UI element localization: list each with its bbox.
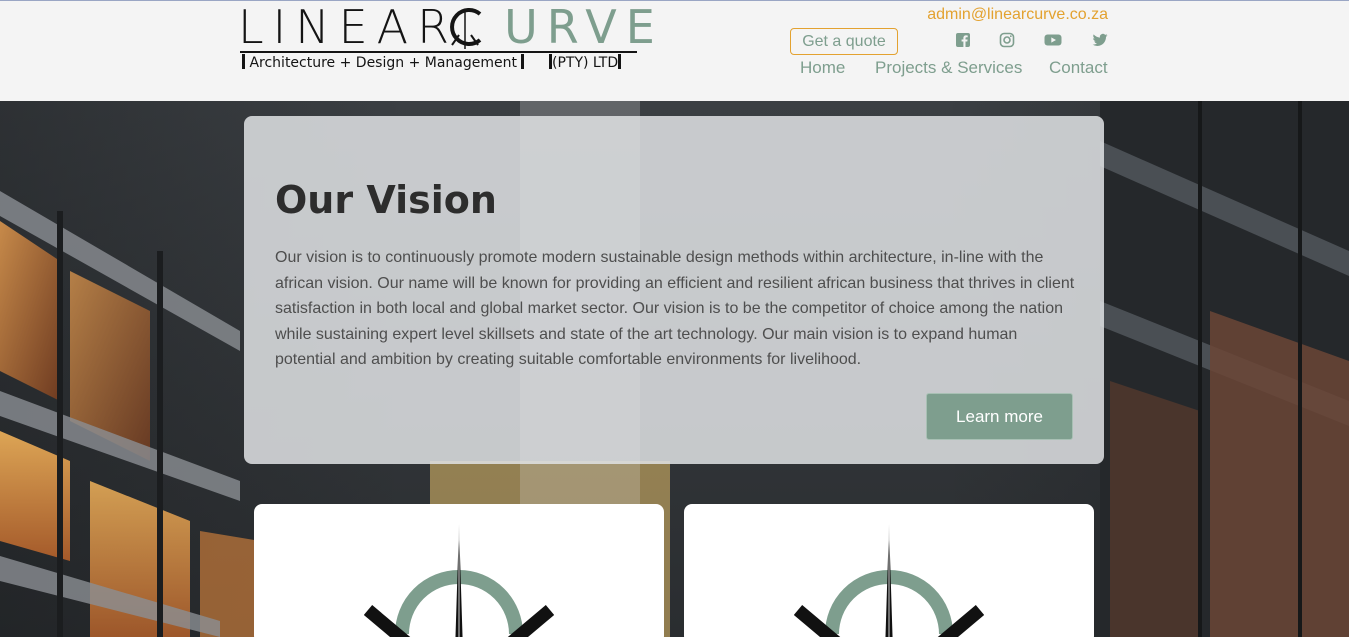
- vision-heading: Our Vision: [275, 178, 497, 222]
- youtube-icon[interactable]: [1044, 32, 1062, 48]
- service-card-2[interactable]: [684, 504, 1094, 637]
- learn-more-button[interactable]: Learn more: [926, 393, 1073, 440]
- facebook-icon[interactable]: [955, 32, 971, 48]
- nav-contact[interactable]: Contact: [1049, 58, 1108, 78]
- service-card-1[interactable]: [254, 504, 664, 637]
- vision-paragraph: Our vision is to continuously promote mo…: [275, 249, 1075, 369]
- nav-projects-services[interactable]: Projects & Services: [875, 58, 1022, 78]
- nav-home[interactable]: Home: [800, 58, 845, 78]
- twitter-icon[interactable]: [1092, 32, 1108, 48]
- instagram-icon[interactable]: [999, 32, 1015, 48]
- contact-email-link[interactable]: admin@linearcurve.co.za: [927, 6, 1108, 24]
- site-header: LINEAR URVE Architecture + Design + Manag…: [0, 0, 1349, 101]
- get-quote-button[interactable]: Get a quote: [790, 28, 898, 55]
- vision-card: Our Vision Our vision is to continuously…: [244, 116, 1104, 464]
- compass-logo-icon: [794, 524, 984, 637]
- compass-logo-icon: [364, 524, 554, 637]
- brand-logo[interactable]: LINEAR URVE Architecture + Design + Manag…: [238, 3, 655, 73]
- logo-underline: [240, 51, 637, 53]
- logo-tagline: Architecture + Design + Management (PTY)…: [240, 54, 637, 72]
- logo-compass-c-icon: [450, 8, 482, 49]
